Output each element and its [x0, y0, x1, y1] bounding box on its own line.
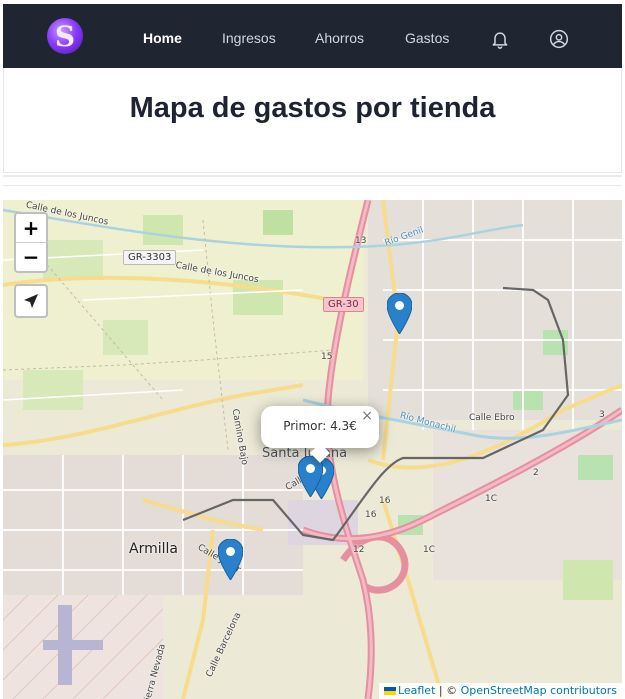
road-shield: GR-3303: [123, 250, 177, 265]
nav-gastos[interactable]: Gastos: [405, 30, 449, 46]
nav-ingresos[interactable]: Ingresos: [222, 30, 276, 46]
osm-link[interactable]: OpenStreetMap contributors: [461, 684, 617, 697]
attribution-separator: | ©: [435, 684, 461, 697]
map-attribution: Leaflet | © OpenStreetMap contributors: [378, 683, 622, 699]
zoom-out-button[interactable]: −: [16, 242, 46, 271]
nav-home[interactable]: Home: [143, 30, 182, 46]
bell-icon[interactable]: [490, 29, 510, 49]
divider: [3, 175, 622, 177]
location-arrow-icon: [24, 294, 38, 308]
map-label-km: 1C: [485, 494, 498, 504]
nav-ahorros[interactable]: Ahorros: [315, 30, 364, 46]
user-icon[interactable]: [549, 29, 569, 49]
map-label-km: 16: [365, 510, 377, 520]
map-label-km: 2: [533, 468, 539, 478]
road-shield: GR-30: [323, 297, 364, 312]
popup-close-button[interactable]: ×: [361, 408, 373, 424]
map-marker[interactable]: [387, 293, 412, 334]
logo-letter: S: [54, 19, 76, 53]
page-title: Mapa de gastos por tienda: [129, 92, 496, 124]
zoom-in-button[interactable]: +: [16, 214, 46, 242]
map-popup: Primor: 4.3€ ×: [261, 406, 379, 463]
locate-button[interactable]: [14, 284, 48, 318]
map-label-km: 13: [355, 236, 367, 246]
ukraine-flag-icon: [383, 687, 396, 695]
navbar: S Home Ingresos Ahorros Gastos: [3, 4, 622, 68]
map-label-km: 15: [321, 352, 333, 362]
map-label-town: Armilla: [129, 541, 178, 557]
divider: [3, 185, 622, 186]
map-label-street: Calle Ebro: [469, 413, 515, 423]
map-label-km: 16: [379, 496, 391, 506]
app-logo[interactable]: S: [47, 18, 83, 54]
map-marker[interactable]: [218, 539, 243, 580]
map[interactable]: Calle de los Juncos Calle de los Juncos …: [3, 200, 622, 699]
map-label-km: 1C: [423, 545, 436, 555]
leaflet-link[interactable]: Leaflet: [398, 684, 435, 697]
map-label-km: 3: [599, 410, 605, 420]
map-label-km: 12: [353, 545, 365, 555]
zoom-control: + −: [14, 212, 48, 273]
